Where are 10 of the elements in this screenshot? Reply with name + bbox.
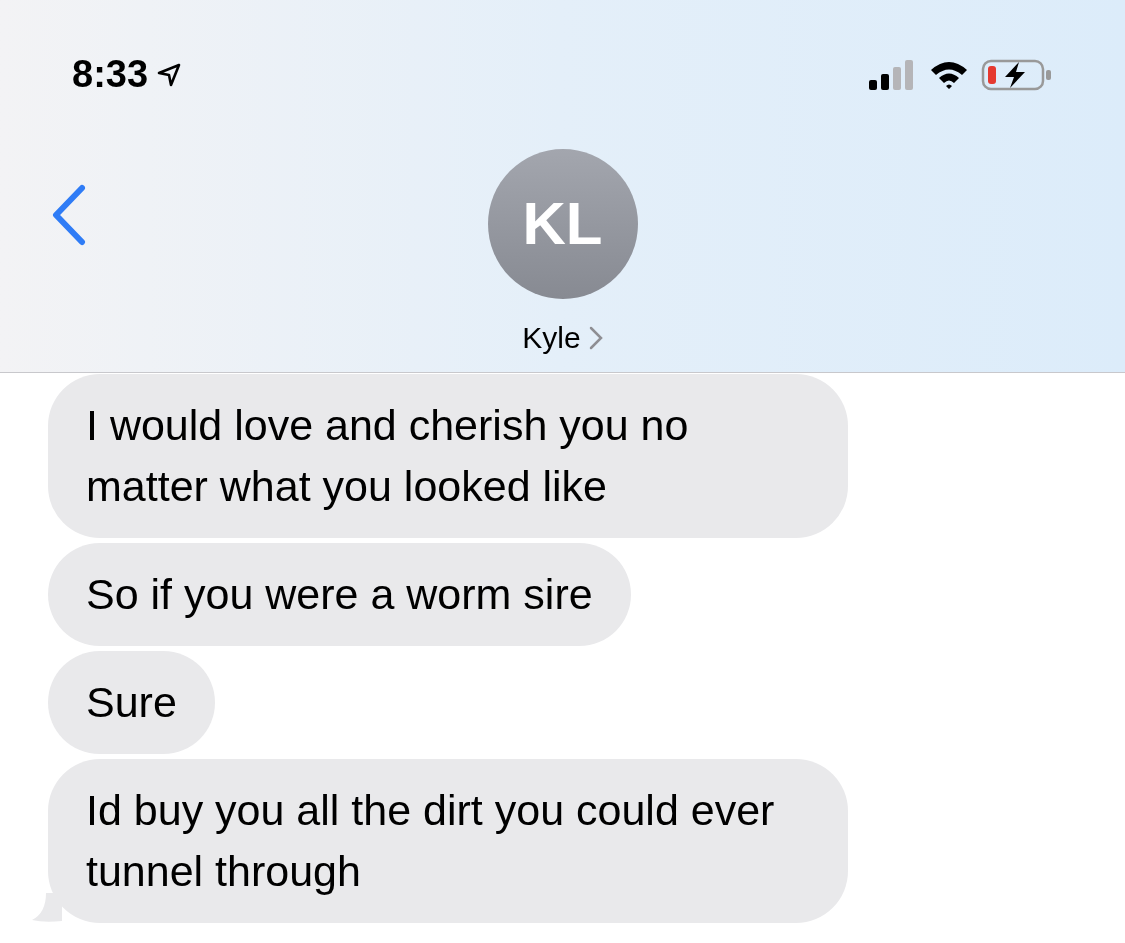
wifi-icon bbox=[929, 59, 969, 90]
message-bubble: So if you were a worm sire bbox=[48, 543, 631, 646]
message-bubble: Sure bbox=[48, 651, 215, 754]
battery-charging-icon bbox=[981, 58, 1053, 91]
status-time: 8:33 bbox=[72, 52, 149, 97]
message-bubble: Id buy you all the dirt you could ever tunnel through bbox=[48, 759, 848, 923]
contact-name[interactable]: Kyle bbox=[522, 315, 581, 360]
location-arrow-icon bbox=[156, 61, 183, 88]
message-bubble: I would love and cherish you no matter what you looked like bbox=[48, 374, 848, 538]
chevron-right-icon[interactable] bbox=[588, 325, 603, 350]
